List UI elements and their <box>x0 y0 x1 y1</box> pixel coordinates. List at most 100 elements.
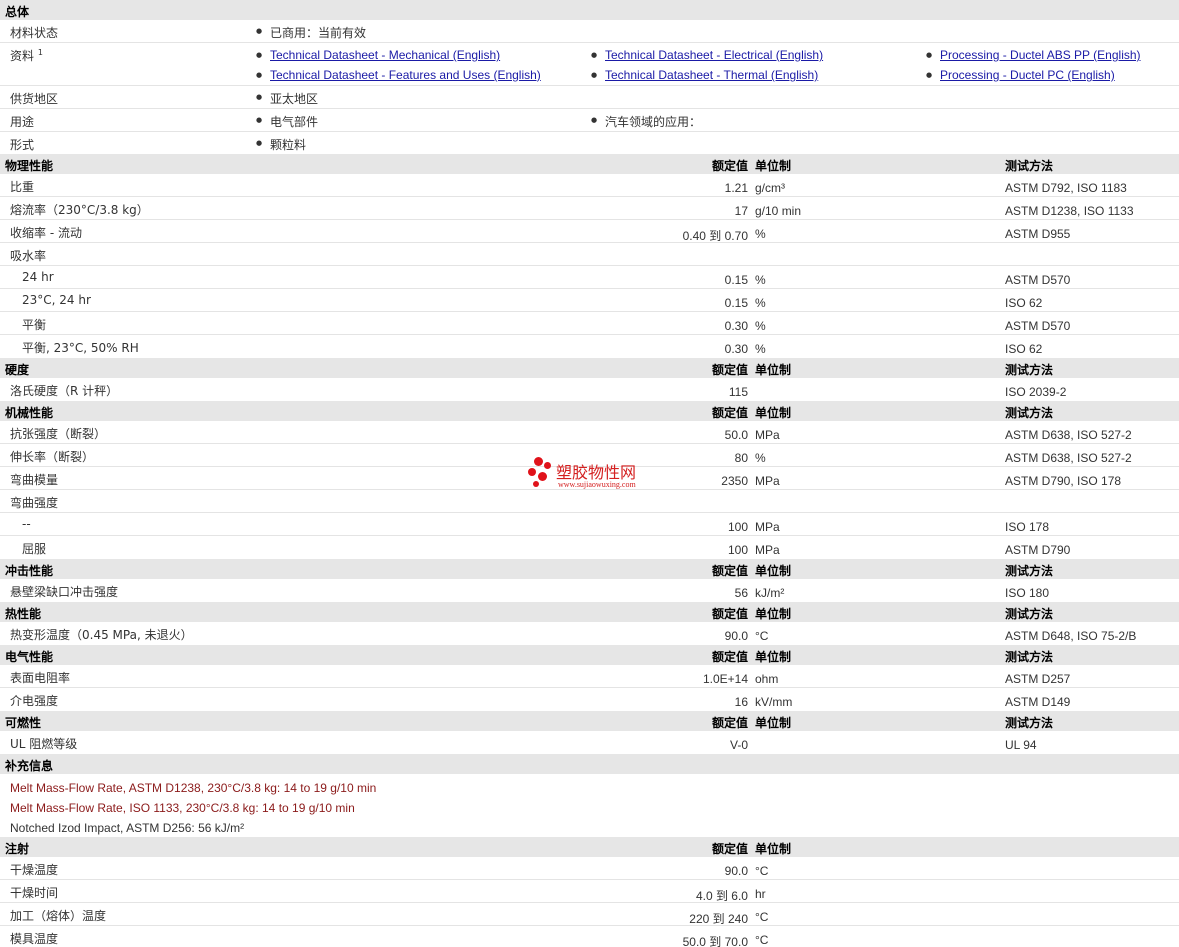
row-unit: MPa <box>755 474 780 488</box>
row-value: 17 <box>734 204 748 218</box>
row-value: 0.30 <box>724 342 748 356</box>
col-method-header: 测试方法 <box>1005 716 1054 730</box>
row-label: 介电强度 <box>10 694 59 708</box>
doc-link-processing-abs[interactable]: Processing - Ductel ABS PP (English) <box>940 48 1141 62</box>
row-unit: °C <box>755 933 769 947</box>
col-value-header: 额定值 <box>711 363 748 377</box>
row-label: 表面电阻率 <box>10 671 71 685</box>
row-value: 电气部件 <box>256 113 318 130</box>
table-row: 表面电阻率 1.0E+14 ohm ASTM D257 <box>0 665 1179 688</box>
section-header-impact: 冲击性能 额定值 单位制 测试方法 <box>0 559 1179 579</box>
table-row: 干燥时间 4.0 到 6.0 hr <box>0 880 1179 903</box>
table-row: 吸水率 <box>0 243 1179 266</box>
row-unit: % <box>755 342 766 356</box>
row-method: ASTM D638, ISO 527-2 <box>1005 428 1132 442</box>
row-label: 模具温度 <box>10 932 59 946</box>
row-label: 熔流率（230°C/3.8 kg） <box>10 203 149 217</box>
col-method-header: 测试方法 <box>1005 650 1054 664</box>
col-method-header: 测试方法 <box>1005 363 1054 377</box>
row-method: ASTM D792, ISO 1183 <box>1005 181 1127 195</box>
row-value: 115 <box>728 385 748 399</box>
row-value: 0.30 <box>724 319 748 333</box>
table-row: 平衡, 23°C, 50% RH 0.30 % ISO 62 <box>0 335 1179 358</box>
table-row: 洛氏硬度（R 计秤） 115 ISO 2039-2 <box>0 378 1179 401</box>
row-label: 比重 <box>10 180 35 194</box>
col-unit-header: 单位制 <box>755 842 792 856</box>
doc-link-electrical[interactable]: Technical Datasheet - Electrical (Englis… <box>605 48 823 62</box>
row-label: 抗张强度（断裂） <box>10 427 107 441</box>
col-value-header: 额定值 <box>711 842 748 856</box>
row-value: 汽车领域的应用： <box>591 113 701 130</box>
row-value: 100 <box>727 520 748 534</box>
row-unit: % <box>755 296 766 310</box>
row-label: 洛氏硬度（R 计秤） <box>10 384 119 398</box>
col-method-header: 测试方法 <box>1005 406 1054 420</box>
row-value: 0.15 <box>724 296 748 310</box>
row-value: V-0 <box>729 738 748 752</box>
supplementary-line: Melt Mass-Flow Rate, ASTM D1238, 230°C/3… <box>10 781 377 795</box>
table-row: 弯曲强度 <box>0 490 1179 513</box>
row-value: 220 到 240 <box>689 912 748 926</box>
row-unit: °C <box>755 629 769 643</box>
row-value: 50.0 <box>724 428 748 442</box>
row-unit: °C <box>755 910 769 924</box>
row-method: ASTM D257 <box>1005 672 1071 686</box>
row-label: 平衡, 23°C, 50% RH <box>22 341 139 355</box>
row-label: 伸长率（断裂） <box>10 450 95 464</box>
row-value: 1.0E+14 <box>702 672 748 686</box>
doc-link-mechanical[interactable]: Technical Datasheet - Mechanical (Englis… <box>270 48 500 62</box>
section-title: 总体 <box>5 5 30 19</box>
table-row: 悬壁梁缺口冲击强度 56 kJ/m² ISO 180 <box>0 579 1179 602</box>
row-method: ASTM D638, ISO 527-2 <box>1005 451 1132 465</box>
row-method: ISO 62 <box>1005 296 1043 310</box>
section-title: 热性能 <box>5 607 42 621</box>
row-method: ASTM D955 <box>1005 227 1071 241</box>
general-row-use: 用途 电气部件 汽车领域的应用： <box>0 109 1179 132</box>
row-label: 干燥温度 <box>10 863 59 877</box>
row-unit: kJ/m² <box>755 586 785 600</box>
section-title: 物理性能 <box>5 159 54 173</box>
col-unit-header: 单位制 <box>755 607 792 621</box>
doc-link-thermal[interactable]: Technical Datasheet - Thermal (English) <box>605 68 818 82</box>
col-unit-header: 单位制 <box>755 716 792 730</box>
row-unit: hr <box>755 887 766 901</box>
row-unit: g/10 min <box>755 204 802 218</box>
table-row: 熔流率（230°C/3.8 kg） 17 g/10 min ASTM D1238… <box>0 197 1179 220</box>
table-row: 23°C, 24 hr 0.15 % ISO 62 <box>0 289 1179 312</box>
row-value: 亚太地区 <box>256 90 318 107</box>
section-title: 可燃性 <box>5 716 42 730</box>
section-title: 机械性能 <box>5 406 54 420</box>
table-row: 抗张强度（断裂） 50.0 MPa ASTM D638, ISO 527-2 <box>0 421 1179 444</box>
table-row: -- 100 MPa ISO 178 <box>0 513 1179 536</box>
row-value: 90.0 <box>724 864 748 878</box>
row-label: 资料 1 <box>10 48 43 63</box>
row-label: 24 hr <box>22 270 54 284</box>
row-method: ASTM D790, ISO 178 <box>1005 474 1122 488</box>
row-method: ISO 178 <box>1005 520 1050 534</box>
doc-link-processing-pc[interactable]: Processing - Ductel PC (English) <box>940 68 1115 82</box>
watermark-url: www.sujiaowuxing.com <box>558 480 636 489</box>
row-label: UL 阻燃等级 <box>10 737 78 751</box>
table-row: 介电强度 16 kV/mm ASTM D149 <box>0 688 1179 711</box>
table-row: 热变形温度（0.45 MPa, 未退火） 90.0 °C ASTM D648, … <box>0 622 1179 645</box>
row-label: 吸水率 <box>10 249 47 263</box>
col-unit-header: 单位制 <box>755 564 792 578</box>
table-row: 收缩率 - 流动 0.40 到 0.70 % ASTM D955 <box>0 220 1179 243</box>
row-method: ASTM D648, ISO 75-2/B <box>1005 629 1137 643</box>
section-header-thermal: 热性能 额定值 单位制 测试方法 <box>0 602 1179 622</box>
doc-link-features[interactable]: Technical Datasheet - Features and Uses … <box>270 68 541 82</box>
supplementary-notes: Melt Mass-Flow Rate, ASTM D1238, 230°C/3… <box>0 774 1179 837</box>
row-value: 颗粒料 <box>256 136 306 153</box>
row-label: -- <box>22 517 31 531</box>
section-title: 冲击性能 <box>5 564 54 578</box>
row-unit: % <box>755 451 766 465</box>
row-label: 屈服 <box>22 542 47 556</box>
row-unit: % <box>755 227 766 241</box>
row-value: 已商用：当前有效 <box>256 24 366 41</box>
watermark-logo: 塑胶物性网 www.sujiaowuxing.com <box>528 457 658 491</box>
row-label: 形式 <box>10 138 35 152</box>
row-label: 悬壁梁缺口冲击强度 <box>10 585 119 599</box>
section-title: 注射 <box>5 842 30 856</box>
row-label: 收缩率 - 流动 <box>10 226 82 240</box>
row-unit: MPa <box>755 428 780 442</box>
